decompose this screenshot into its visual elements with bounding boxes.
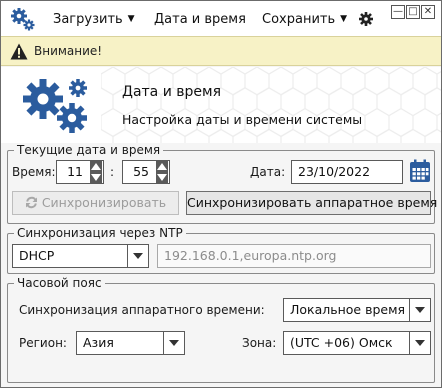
sync-hardware-time-button[interactable]: Синхронизировать аппаратное время (186, 191, 437, 215)
chevron-down-icon (127, 245, 148, 267)
warning-icon (10, 43, 28, 60)
sync-button-label: Синхронизировать (41, 195, 167, 210)
ntp-group-legend: Синхронизация через NTP (17, 226, 183, 240)
zone-label: Зона: (242, 336, 277, 350)
spin-arrows-icon (91, 163, 101, 181)
sync-hardware-time-label: Синхронизировать аппаратное время (187, 195, 438, 210)
datetime-group-legend: Текущие дата и время (17, 143, 161, 157)
minutes-value: 55 (133, 164, 149, 179)
close-button[interactable]: ✕ (421, 5, 435, 19)
menu-load[interactable]: Загрузить ▼ (53, 11, 135, 27)
maximize-button[interactable]: □ (406, 5, 420, 19)
app-window: Загрузить ▼ Дата и время Сохранить ▼ — □… (0, 0, 442, 388)
warning-bar: Внимание! (1, 36, 441, 66)
zone-select[interactable]: (UTC +06) Омск (283, 331, 431, 355)
hex-pattern-decoration (101, 67, 441, 143)
calendar-icon[interactable] (409, 159, 431, 183)
date-value: 23/10/2022 (298, 164, 371, 179)
gears-icon[interactable] (10, 6, 36, 32)
menu-save-label: Сохранить (262, 11, 336, 27)
sync-button[interactable]: Синхронизировать (12, 191, 179, 215)
menu-load-label: Загрузить (53, 11, 123, 27)
menu-datetime[interactable]: Дата и время (154, 11, 246, 27)
chevron-down-icon (409, 332, 430, 354)
minimize-button[interactable]: — (391, 5, 405, 19)
hw-sync-select[interactable]: Локальное время (283, 298, 431, 322)
hw-sync-label: Синхронизация аппаратного времени: (19, 303, 265, 317)
zone-value: (UTC +06) Омск (290, 335, 393, 350)
gear-icon[interactable] (358, 11, 374, 27)
date-field[interactable]: 23/10/2022 (291, 160, 403, 184)
refresh-icon (25, 196, 37, 209)
page-subtitle: Настройка даты и времени системы (122, 112, 363, 127)
chevron-down-icon (409, 299, 430, 321)
hours-spin-buttons[interactable] (90, 161, 102, 183)
timezone-group-legend: Часовой пояс (17, 276, 102, 290)
menu-save[interactable]: Сохранить ▼ (262, 11, 347, 27)
ntp-mode-select[interactable]: DHCP (12, 244, 149, 268)
time-label: Время: (12, 165, 56, 179)
spin-arrows-icon (157, 163, 167, 181)
warning-text: Внимание! (34, 44, 103, 58)
menu-datetime-label: Дата и время (154, 11, 246, 27)
gears-icon (23, 79, 87, 133)
region-select[interactable]: Азия (76, 331, 185, 355)
hw-sync-value: Локальное время (290, 302, 406, 317)
date-label: Дата: (250, 165, 286, 179)
hours-spinner[interactable]: 11 (56, 160, 104, 184)
minimize-icon: — (393, 6, 403, 17)
ntp-servers-value: 192.168.0.1,europa.ntp.org (164, 248, 337, 263)
chevron-down-icon: ▼ (340, 14, 348, 24)
menu-bar: Загрузить ▼ Дата и время Сохранить ▼ — □… (1, 1, 441, 36)
page-header: Дата и время Настройка даты и времени си… (1, 67, 441, 143)
close-icon: ✕ (423, 6, 433, 17)
minutes-spinner[interactable]: 55 (122, 160, 170, 184)
chevron-down-icon: ▼ (127, 14, 135, 24)
ntp-mode-value: DHCP (19, 248, 55, 263)
timezone-group: Часовой пояс (7, 276, 435, 383)
page-title: Дата и время (122, 84, 221, 100)
region-label: Регион: (19, 336, 67, 350)
time-separator: : (110, 165, 115, 179)
chevron-down-icon (163, 332, 184, 354)
hours-value: 11 (67, 164, 83, 179)
maximize-icon: □ (408, 6, 418, 17)
ntp-servers-field[interactable]: 192.168.0.1,europa.ntp.org (157, 244, 431, 268)
region-value: Азия (83, 335, 114, 350)
minutes-spin-buttons[interactable] (156, 161, 168, 183)
